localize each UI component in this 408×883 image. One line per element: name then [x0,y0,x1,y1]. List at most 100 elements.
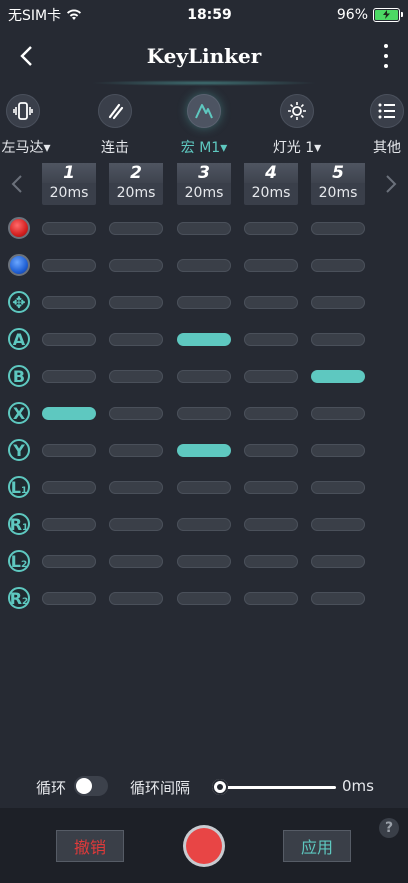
loop-controls: 循环 循环间隔 0ms [0,772,408,802]
macro-cell[interactable] [244,481,298,494]
macro-cell[interactable] [109,333,163,346]
dot-icon [384,54,388,58]
macro-cell[interactable] [42,333,96,346]
macro-cell[interactable] [177,444,231,457]
tool-other[interactable]: 其他 [370,94,404,157]
clock: 18:59 [187,7,232,23]
macro-cell[interactable] [244,259,298,272]
vibration-icon [6,94,40,128]
macro-cell[interactable] [311,259,365,272]
macro-cell[interactable] [311,518,365,531]
macro-cell[interactable] [311,370,365,383]
macro-cell[interactable] [42,555,96,568]
tool-light[interactable]: 灯光 1▾ [273,94,321,157]
macro-cell[interactable] [177,222,231,235]
macro-cell[interactable] [42,222,96,235]
step-header-1[interactable]: 1 20ms [42,163,96,205]
macro-cell[interactable] [311,296,365,309]
button-glyph-sub: 2 [22,597,29,607]
header: KeyLinker [0,30,408,82]
macro-cell[interactable] [109,222,163,235]
macro-cell[interactable] [244,222,298,235]
macro-cell[interactable] [42,296,96,309]
help-icon[interactable]: ? [379,818,399,838]
macro-cell[interactable] [177,259,231,272]
macro-cell[interactable] [177,407,231,420]
step-header-3[interactable]: 3 20ms [177,163,231,205]
tool-left-motor[interactable]: 左马达▾ [1,94,51,157]
tool-macro[interactable]: 宏 M1▾ [181,94,227,157]
macro-cell[interactable] [177,370,231,383]
step-duration: 20ms [251,185,291,201]
macro-cell[interactable] [177,518,231,531]
apply-button[interactable]: 应用 [283,830,351,862]
macro-cell[interactable] [42,592,96,605]
button-glyph: X [12,403,26,423]
loop-toggle[interactable] [74,776,108,796]
l2-button-icon: L2 [8,550,30,572]
macro-cell[interactable] [109,518,163,531]
macro-cell[interactable] [311,333,365,346]
macro-cell[interactable] [177,333,231,346]
button-glyph: A [12,329,26,349]
loop-interval-value: 0ms [342,777,374,795]
macro-cell[interactable] [244,592,298,605]
macro-cell[interactable] [311,481,365,494]
tool-turbo[interactable]: 连击 [98,94,132,157]
macro-cell[interactable] [42,259,96,272]
turbo-icon [98,94,132,128]
macro-cell[interactable] [311,592,365,605]
macro-cell[interactable] [109,555,163,568]
macro-cell[interactable] [42,481,96,494]
step-number: 1 [42,163,96,183]
macro-cell[interactable] [311,407,365,420]
y-button-icon: Y [8,439,30,461]
macro-cell[interactable] [109,444,163,457]
macro-cell[interactable] [109,296,163,309]
macro-cell[interactable] [177,481,231,494]
macro-cell[interactable] [177,592,231,605]
macro-cell[interactable] [244,555,298,568]
battery-percent: 96% [336,7,368,23]
macro-cell[interactable] [42,370,96,383]
macro-cell[interactable] [42,518,96,531]
step-header-2[interactable]: 2 20ms [109,163,163,205]
step-header-5[interactable]: 5 20ms [311,163,365,205]
button-glyph-sub: 1 [22,523,29,533]
r1-button-icon: R1 [8,513,30,535]
macro-cell[interactable] [109,481,163,494]
macro-cell[interactable] [311,222,365,235]
back-button[interactable] [16,44,40,68]
macro-cell[interactable] [244,370,298,383]
loop-interval-slider[interactable] [212,778,336,796]
macro-cell[interactable] [109,370,163,383]
slider-thumb[interactable] [212,779,228,795]
b-button-icon: B [8,365,30,387]
macro-cell[interactable] [244,444,298,457]
dot-icon [384,64,388,68]
macro-cell[interactable] [244,333,298,346]
macro-cell[interactable] [42,407,96,420]
red-button-icon [8,217,30,239]
macro-cell[interactable] [177,555,231,568]
macro-cell[interactable] [311,444,365,457]
macro-cell[interactable] [109,259,163,272]
macro-cell[interactable] [109,407,163,420]
more-menu-button[interactable] [382,44,390,68]
macro-cell[interactable] [177,296,231,309]
macro-cell[interactable] [42,444,96,457]
blue-button-icon [8,254,30,276]
undo-button[interactable]: 撤销 [56,830,124,862]
macro-cell[interactable] [311,555,365,568]
record-button[interactable] [183,820,225,872]
macro-cell[interactable] [109,592,163,605]
step-header-4[interactable]: 4 20ms [244,163,298,205]
macro-cell[interactable] [244,407,298,420]
button-glyph: B [12,366,26,386]
macro-cell[interactable] [244,296,298,309]
prev-page-button[interactable] [10,174,24,194]
next-page-button[interactable] [384,174,398,194]
dot-icon [384,44,388,48]
step-duration: 20ms [116,185,156,201]
macro-cell[interactable] [244,518,298,531]
